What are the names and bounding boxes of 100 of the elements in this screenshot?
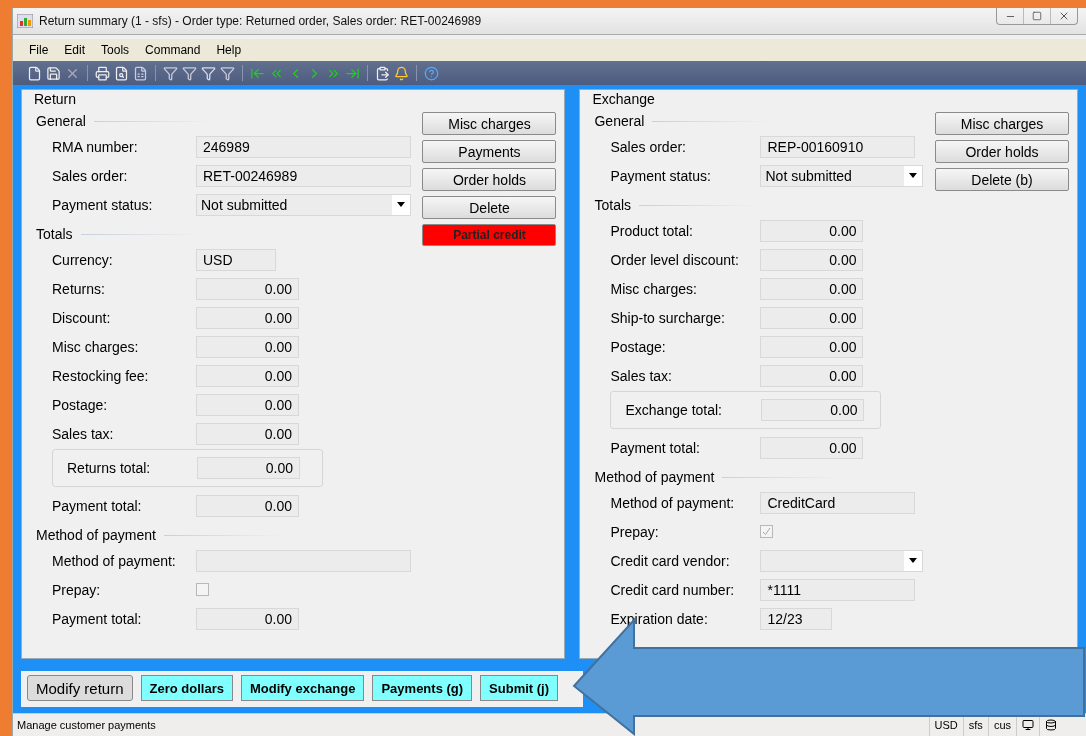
field-label: Order level discount: <box>610 251 740 268</box>
menu-item[interactable]: Command <box>137 43 209 57</box>
field-label: Ship-to surcharge: <box>610 309 726 326</box>
text-field[interactable] <box>196 549 411 572</box>
dropdown-field[interactable]: Not submitted <box>196 193 411 216</box>
field-label: Method of payment: <box>52 552 177 569</box>
action-button[interactable]: Zero dollars <box>140 675 233 701</box>
text-field[interactable]: 12/23 <box>760 607 833 630</box>
field-label: Misc charges: <box>610 280 698 297</box>
amount-field[interactable]: 0.00 <box>196 422 299 445</box>
maximize-icon <box>1032 11 1042 21</box>
save-icon[interactable] <box>46 65 61 81</box>
amount-field[interactable]: 0.00 <box>760 219 864 242</box>
text-field[interactable]: CreditCard <box>760 491 916 514</box>
amount-field[interactable]: 0.00 <box>196 393 299 416</box>
filter-icon[interactable] <box>163 65 178 81</box>
field-label: Currency: <box>52 251 114 268</box>
panel-button[interactable]: Misc charges <box>422 112 557 135</box>
printer-icon[interactable] <box>95 65 110 81</box>
amount-field[interactable]: 0.00 <box>196 494 299 517</box>
dropdown-field[interactable]: Not submitted <box>760 164 924 187</box>
field-label: Sales tax: <box>610 367 673 384</box>
window-title: Return summary (1 - sfs) - Order type: Returned order, Sales order: RET-00246989 <box>39 14 483 28</box>
action-button[interactable]: Modify return <box>27 675 133 701</box>
checkbox[interactable] <box>196 583 209 596</box>
menu-item[interactable]: Tools <box>93 43 138 57</box>
field-label: Sales order: <box>610 138 687 155</box>
amount-field[interactable]: 0.00 <box>196 306 299 329</box>
new-file-icon[interactable] <box>27 65 42 81</box>
panel-title: Return <box>34 91 77 107</box>
field-label: Exchange total: <box>625 402 723 418</box>
field-label: Sales tax: <box>52 425 115 442</box>
checkbox[interactable] <box>760 525 774 538</box>
text-field[interactable]: *1111 <box>760 578 916 601</box>
amount-field[interactable]: 0.00 <box>760 364 864 387</box>
text-field[interactable]: REP-00160910 <box>760 135 916 158</box>
field-label: Returns total: <box>67 460 152 476</box>
menu-item[interactable]: Help <box>208 43 250 57</box>
panel-button[interactable]: Delete <box>422 196 557 219</box>
field-label: Prepay: <box>52 581 102 598</box>
amount-field[interactable]: 0.00 <box>760 335 864 358</box>
field-label: Credit card number: <box>610 581 736 598</box>
amount-field[interactable]: 0.00 <box>196 335 299 358</box>
field-label: Method of payment: <box>610 494 736 511</box>
field-label: Sales order: <box>52 167 129 184</box>
clipboard-icon[interactable] <box>375 65 390 81</box>
panel-button[interactable]: Order holds <box>935 140 1069 163</box>
field-label: Credit card vendor: <box>610 552 731 569</box>
filter-icon[interactable] <box>201 65 216 81</box>
status-message: Manage customer payments <box>16 719 157 731</box>
filter-icon[interactable] <box>220 65 235 81</box>
action-button[interactable]: Modify exchange <box>240 675 365 701</box>
menu-item[interactable]: Edit <box>56 43 94 57</box>
amount-field[interactable]: 0.00 <box>197 457 300 479</box>
panel-button[interactable]: Misc charges <box>935 112 1069 135</box>
help-icon[interactable] <box>424 65 439 81</box>
panel-button[interactable]: Order holds <box>422 168 557 191</box>
section-title: General <box>594 113 645 129</box>
field-label: Discount: <box>52 309 112 326</box>
panel-title: Exchange <box>592 91 655 107</box>
caret-icon <box>909 173 918 178</box>
amount-field[interactable]: 0.00 <box>760 277 864 300</box>
amount-field[interactable]: 0.00 <box>196 607 299 630</box>
field-label: Postage: <box>610 338 667 355</box>
text-field[interactable]: USD <box>196 248 276 271</box>
spreadsheet-icon[interactable] <box>133 65 148 81</box>
field-label: Payment status: <box>52 196 154 213</box>
amount-field[interactable]: 0.00 <box>196 364 299 387</box>
text-field[interactable]: 246989 <box>196 135 411 158</box>
field-label: Expiration date: <box>610 610 709 627</box>
field-label: Prepay: <box>610 523 660 540</box>
section-title: Totals <box>36 226 73 242</box>
filter-icon[interactable] <box>182 65 197 81</box>
amount-field[interactable]: 0.00 <box>196 277 299 300</box>
field-label: Payment status: <box>610 167 712 184</box>
section-title: Totals <box>594 197 632 213</box>
field-label: Postage: <box>52 396 109 413</box>
field-label: Restocking fee: <box>52 367 150 384</box>
amount-field[interactable]: 0.00 <box>760 306 864 329</box>
dropdown-field[interactable] <box>760 549 924 572</box>
section-title: General <box>36 113 86 129</box>
panel-button[interactable]: Partial credit <box>422 224 557 246</box>
action-button[interactable]: Submit (j) <box>480 675 558 701</box>
print-preview-icon[interactable] <box>114 65 129 81</box>
panel-button[interactable]: Delete (b) <box>935 168 1069 191</box>
field-label: Payment total: <box>52 497 143 514</box>
menu-item[interactable]: File <box>21 43 57 57</box>
amount-field[interactable]: 0.00 <box>760 248 864 271</box>
field-label: Payment total: <box>610 439 701 456</box>
amount-field[interactable]: 0.00 <box>761 399 865 421</box>
field-label: Returns: <box>52 280 106 297</box>
field-label: Payment total: <box>52 610 143 627</box>
section-title: Method of payment <box>36 527 156 543</box>
caret-icon <box>397 202 405 207</box>
amount-field[interactable]: 0.00 <box>760 436 864 459</box>
bell-icon[interactable] <box>394 65 409 81</box>
app-icon <box>17 14 33 28</box>
panel-button[interactable]: Payments <box>422 140 557 163</box>
text-field[interactable]: RET-00246989 <box>196 164 411 187</box>
action-button[interactable]: Payments (g) <box>372 675 473 701</box>
